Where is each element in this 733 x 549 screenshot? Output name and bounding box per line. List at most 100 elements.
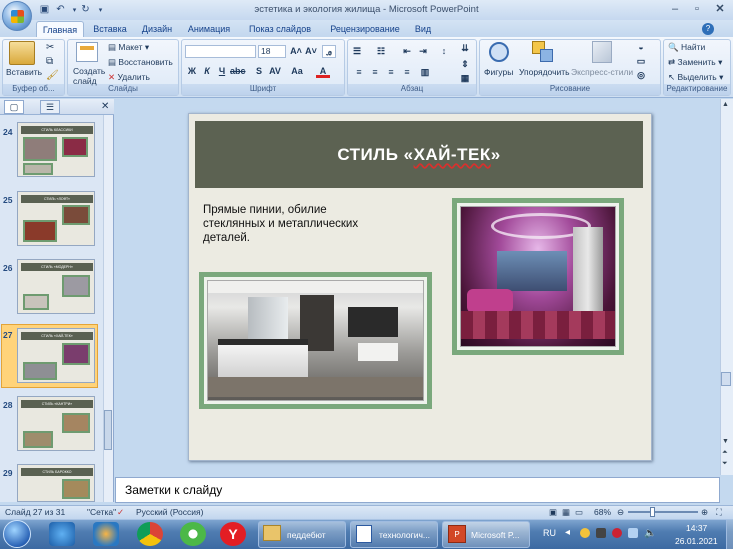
shape-outline-icon[interactable]: ▭: [634, 55, 648, 68]
tray-network-icon[interactable]: [596, 528, 606, 538]
maximize-icon[interactable]: ▫: [686, 1, 708, 17]
tab-review[interactable]: Рецензирование: [322, 21, 408, 37]
tray-volume-icon[interactable]: 🔈: [644, 528, 656, 539]
smartart-icon[interactable]: ▦: [458, 72, 472, 85]
format-painter-icon[interactable]: 🖌: [46, 70, 59, 81]
tray-action-center-icon[interactable]: [628, 528, 638, 538]
close-panel-icon[interactable]: ✕: [101, 101, 109, 112]
start-button[interactable]: [3, 520, 31, 548]
paste-button[interactable]: Вставить: [6, 67, 42, 77]
tab-design[interactable]: Дизайн: [137, 21, 177, 37]
slides-tab-icon[interactable]: ▢: [4, 100, 24, 114]
input-language[interactable]: RU: [543, 528, 556, 538]
tray-app-icon[interactable]: [580, 528, 590, 538]
increase-indent-icon[interactable]: ⇥: [416, 45, 430, 58]
font-name-input[interactable]: [185, 45, 256, 58]
yandex-browser-icon[interactable]: Y: [220, 522, 246, 546]
shadow-icon[interactable]: S: [252, 65, 266, 78]
tab-animation[interactable]: Анимация: [182, 21, 236, 37]
slide-title[interactable]: СТИЛЬ «ХАЙ-ТЕК»: [195, 145, 643, 165]
align-left-icon[interactable]: ≡: [352, 66, 366, 79]
slide-body-text[interactable]: Прямые пинии, обилие стеклянных и метапл…: [203, 203, 378, 245]
shrink-font-icon[interactable]: A˅: [304, 45, 318, 58]
bedroom-photo[interactable]: [199, 272, 432, 409]
slide-thumbnail-27[interactable]: СТИЛЬ «ХАЙ-ТЕК»: [17, 328, 95, 383]
tab-slideshow[interactable]: Показ слайдов: [241, 21, 319, 37]
shapes-button[interactable]: Фигуры: [484, 67, 513, 77]
layout-button[interactable]: ▤ Макет ▾: [108, 42, 149, 53]
slide-thumbnail-28[interactable]: СТИЛЬ «КАНТРИ»: [17, 396, 95, 451]
font-color-icon[interactable]: A: [316, 65, 330, 78]
next-slide-icon[interactable]: ⏷: [722, 460, 728, 468]
ie-icon[interactable]: [49, 522, 75, 546]
line-spacing-icon[interactable]: ↕: [437, 45, 451, 58]
scroll-down-icon[interactable]: ▼: [722, 438, 729, 445]
show-desktop-button[interactable]: [726, 520, 733, 549]
character-spacing-icon[interactable]: AV: [268, 65, 282, 78]
normal-view-icon[interactable]: ▣: [549, 507, 557, 518]
firefox-icon[interactable]: [93, 522, 119, 546]
slide-thumbnail-25[interactable]: СТИЛЬ «ЛОФТ»: [17, 191, 95, 246]
green-app-icon[interactable]: [180, 522, 206, 546]
decrease-indent-icon[interactable]: ⇤: [400, 45, 414, 58]
select-button[interactable]: ↖ Выделить ▾: [668, 72, 723, 83]
font-size-input[interactable]: 18: [258, 45, 286, 58]
clock-time[interactable]: 14:37: [686, 523, 707, 533]
quick-styles-icon[interactable]: [592, 41, 612, 63]
living-room-photo[interactable]: [452, 198, 624, 355]
strikethrough-icon[interactable]: abc: [230, 65, 246, 78]
align-text-icon[interactable]: ⇕: [458, 58, 472, 71]
text-direction-icon[interactable]: ⇊: [458, 42, 472, 55]
office-button[interactable]: [2, 1, 32, 31]
clock-date[interactable]: 26.01.2021: [675, 536, 718, 546]
shape-effects-icon[interactable]: ◎: [634, 69, 648, 82]
change-case-icon[interactable]: Aa: [290, 65, 304, 78]
zoom-level[interactable]: 68%: [594, 507, 611, 517]
arrange-button[interactable]: Упорядочить: [519, 67, 570, 77]
slide-vertical-scrollbar[interactable]: [720, 99, 733, 475]
fit-to-window-icon[interactable]: ⛶: [716, 507, 722, 518]
language-status[interactable]: Русский (Россия): [136, 507, 203, 517]
outline-tab-icon[interactable]: ☰: [40, 100, 60, 114]
chrome-icon[interactable]: [137, 522, 163, 546]
tab-home[interactable]: Главная: [36, 21, 84, 37]
new-slide-icon[interactable]: [76, 42, 98, 62]
arrange-icon[interactable]: [532, 41, 554, 63]
slide-thumbnail-29[interactable]: СТИЛЬ БАРОККО: [17, 464, 95, 502]
slide-sorter-icon[interactable]: ▦: [562, 507, 570, 518]
reset-button[interactable]: ▤ Восстановить: [108, 57, 173, 68]
scroll-up-icon[interactable]: ▲: [722, 101, 729, 108]
zoom-in-icon[interactable]: ⊕: [701, 507, 708, 518]
close-icon[interactable]: ✕: [709, 1, 731, 17]
slide-scroll-thumb[interactable]: [721, 372, 731, 386]
copy-icon[interactable]: ⧉: [46, 56, 53, 67]
tab-view[interactable]: Вид: [410, 21, 436, 37]
quick-styles-button[interactable]: Экспресс-стили: [571, 67, 633, 77]
zoom-out-icon[interactable]: ⊖: [617, 507, 624, 518]
align-center-icon[interactable]: ≡: [368, 66, 382, 79]
clear-formatting-icon[interactable]: ꭿ: [322, 45, 336, 58]
new-slide-button[interactable]: Создать слайд: [73, 66, 105, 86]
slide-thumbnail-24[interactable]: СТИЛЬ КЛАССИКИ: [17, 122, 95, 177]
tray-arrow-icon[interactable]: ◂: [565, 527, 570, 538]
columns-icon[interactable]: ▥: [418, 66, 432, 79]
spellcheck-icon[interactable]: ✓: [117, 507, 124, 518]
tab-insert[interactable]: Вставка: [88, 21, 132, 37]
slideshow-view-icon[interactable]: ▭: [575, 507, 583, 518]
help-icon[interactable]: ?: [702, 23, 714, 35]
justify-icon[interactable]: ≡: [400, 66, 414, 79]
cut-icon[interactable]: ✂: [46, 42, 54, 53]
align-right-icon[interactable]: ≡: [384, 66, 398, 79]
paste-icon[interactable]: [9, 41, 35, 65]
slides-panel-scroll-thumb[interactable]: [104, 410, 112, 450]
underline-button[interactable]: Ч: [215, 65, 229, 78]
delete-slide-button[interactable]: ✕ Удалить: [108, 72, 150, 83]
shape-fill-icon[interactable]: ◒: [634, 41, 648, 54]
zoom-slider-handle[interactable]: [650, 507, 655, 517]
minimize-icon[interactable]: –: [664, 1, 686, 17]
slide-thumbnail-26[interactable]: СТИЛЬ «МОДЕРН»: [17, 259, 95, 314]
zoom-slider[interactable]: [628, 511, 698, 513]
find-button[interactable]: 🔍 Найти: [668, 42, 705, 53]
grow-font-icon[interactable]: A˄: [289, 45, 303, 58]
numbering-icon[interactable]: ☷: [374, 45, 388, 58]
